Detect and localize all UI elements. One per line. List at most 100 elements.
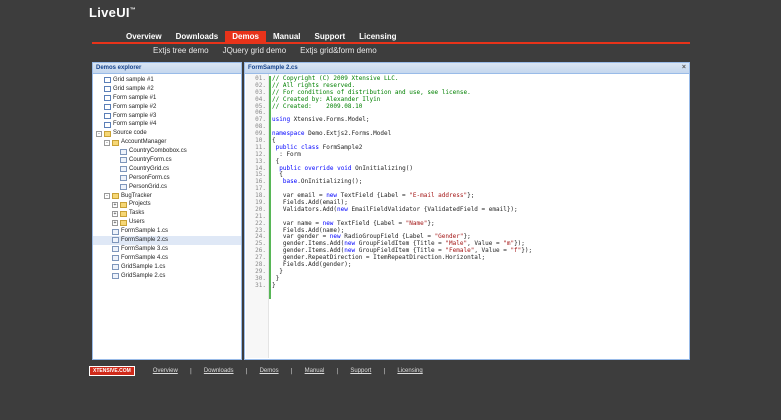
code-lines: 01.// Copyright (C) 2009 Xtensive LLC. 02… — [246, 74, 688, 290]
tree-node[interactable]: - Source code — [93, 129, 241, 138]
folder-icon — [104, 130, 111, 137]
code-viewer-header: FormSample 2.cs × — [245, 63, 689, 74]
tree-node[interactable]: CountryForm.cs — [93, 156, 241, 165]
tree-node-label: CountryCombobox.cs — [129, 148, 187, 155]
subnav-extjs-grid-form-demo[interactable]: Extjs grid&form demo — [293, 45, 383, 57]
code-file-icon — [112, 246, 119, 253]
tree-node[interactable]: - BugTracker — [93, 192, 241, 201]
tree-node-label: FormSample 4.cs — [121, 254, 169, 261]
footer-link-downloads[interactable]: Downloads — [204, 368, 234, 374]
demos-explorer-panel: Demos explorer Grid sample #1 Grid sample… — [92, 62, 242, 360]
code-file-icon — [112, 273, 119, 280]
page-icon — [104, 95, 111, 102]
subnav-jquery-grid-demo[interactable]: JQuery grid demo — [216, 45, 294, 57]
expand-icon[interactable]: + — [112, 219, 118, 226]
code-token: Fields.Add(gender); — [272, 261, 352, 269]
code-line: 16. base.OnInitializing(); — [246, 178, 688, 186]
code-text: } — [268, 282, 276, 289]
code-text: base.OnInitializing(); — [268, 178, 362, 185]
tree-node-label: PersonForm.cs — [129, 174, 170, 181]
footer-separator: | — [336, 367, 339, 375]
tree-node-label: Grid sample #1 — [113, 77, 154, 83]
tree-node[interactable]: FormSample 4.cs — [93, 254, 241, 263]
footer-link-overview[interactable]: Overview — [153, 368, 178, 374]
tree-node[interactable]: Form sample #2 — [93, 103, 241, 112]
collapse-icon[interactable]: - — [104, 139, 110, 146]
subnav-extjs-tree-demo[interactable]: Extjs tree demo — [146, 45, 216, 57]
tree-node[interactable]: PersonForm.cs — [93, 174, 241, 183]
tree-node[interactable]: + Tasks — [93, 209, 241, 218]
tree-node-label: BugTracker — [121, 192, 152, 199]
tree-node-label: FormSample 3.cs — [121, 245, 169, 252]
code-token: Xtensive.Forms.Model; — [290, 116, 370, 124]
tree-node[interactable]: GridSample 1.cs — [93, 263, 241, 272]
code-text: namespace Demo.Extjs2.Forms.Model — [268, 130, 391, 137]
tree-node[interactable]: FormSample 1.cs — [93, 227, 241, 236]
xtensive-brand-logo[interactable]: XTENSIVE.COM — [89, 366, 135, 376]
expand-icon[interactable]: + — [112, 201, 118, 208]
tree-node-label: PersonGrid.cs — [129, 183, 168, 190]
code-line: 20. Validators.Add(new EmailFieldValidat… — [246, 206, 688, 214]
code-token: Validators.Add( — [272, 205, 338, 213]
tree-node[interactable]: CountryCombobox.cs — [93, 147, 241, 156]
folder-icon — [120, 201, 127, 208]
footer-link-manual[interactable]: Manual — [305, 368, 325, 374]
footer-link-licensing[interactable]: Licensing — [397, 368, 422, 374]
tree-node[interactable]: FormSample 3.cs — [93, 245, 241, 254]
tree-node[interactable]: Form sample #3 — [93, 112, 241, 121]
footer-separator: | — [290, 367, 293, 375]
footer: XTENSIVE.COM Overview | Downloads | Demos | Ma… — [89, 366, 423, 376]
code-line: 31.} — [246, 282, 688, 290]
close-icon[interactable]: × — [682, 64, 686, 72]
tree-node[interactable]: Grid sample #1 — [93, 76, 241, 85]
tree-node[interactable]: GridSample 2.cs — [93, 272, 241, 281]
code-text: Validators.Add(new EmailFieldValidator {… — [268, 206, 518, 213]
code-keyword: void — [337, 164, 352, 172]
code-comment: // Created: 2009.08.10 — [272, 102, 363, 110]
code-token: EmailFieldValidator {ValidatedField = em… — [347, 205, 518, 213]
collapse-icon[interactable]: - — [104, 193, 110, 200]
footer-separator: | — [245, 367, 248, 375]
folder-icon — [112, 193, 119, 200]
code-token: }); — [521, 247, 533, 255]
code-file-icon — [120, 175, 127, 182]
tree-node[interactable]: PersonGrid.cs — [93, 183, 241, 192]
code-line: 30. } — [246, 275, 688, 283]
tree-node[interactable]: Grid sample #2 — [93, 85, 241, 94]
code-token: } — [272, 281, 276, 289]
footer-separator: | — [383, 367, 386, 375]
expand-icon[interactable]: + — [112, 210, 118, 217]
footer-link-demos[interactable]: Demos — [260, 368, 279, 374]
tree-node-label: Source code — [113, 130, 147, 137]
collapse-icon[interactable]: - — [96, 130, 102, 137]
code-keyword: base — [282, 178, 298, 186]
code-line: 11. public class FormSample2 — [246, 143, 688, 152]
tree-node[interactable]: Form sample #1 — [93, 94, 241, 103]
code-area[interactable]: 01.// Copyright (C) 2009 Xtensive LLC. 02… — [246, 74, 688, 358]
code-token: FormSample2 — [319, 143, 363, 151]
folder-icon — [120, 219, 127, 226]
tree-node[interactable]: + Users — [93, 218, 241, 227]
code-text: public override void OnInitializing() — [268, 165, 413, 172]
tree-node[interactable]: + Projects — [93, 200, 241, 209]
tree-node[interactable]: Form sample #4 — [93, 120, 241, 129]
folder-icon — [112, 139, 119, 146]
tree-node[interactable]: CountryGrid.cs — [93, 165, 241, 174]
code-token: .OnInitializing(); — [297, 178, 363, 186]
tree-node-label: Grid sample #2 — [113, 85, 154, 92]
code-file-icon — [120, 184, 127, 191]
tree-node[interactable]: FormSample 2.cs — [93, 236, 241, 245]
tree-node-label: Users — [129, 219, 145, 226]
code-token: }; — [427, 219, 435, 227]
tree-node[interactable]: - AccountManager — [93, 138, 241, 147]
tree-node-label: GridSample 1.cs — [121, 263, 166, 270]
code-line: 29. } — [246, 268, 688, 276]
tree-node-label: AccountManager — [121, 139, 167, 146]
footer-link-support[interactable]: Support — [350, 368, 371, 374]
tree-node-label: Projects — [129, 201, 151, 208]
code-keyword: override — [304, 164, 334, 172]
